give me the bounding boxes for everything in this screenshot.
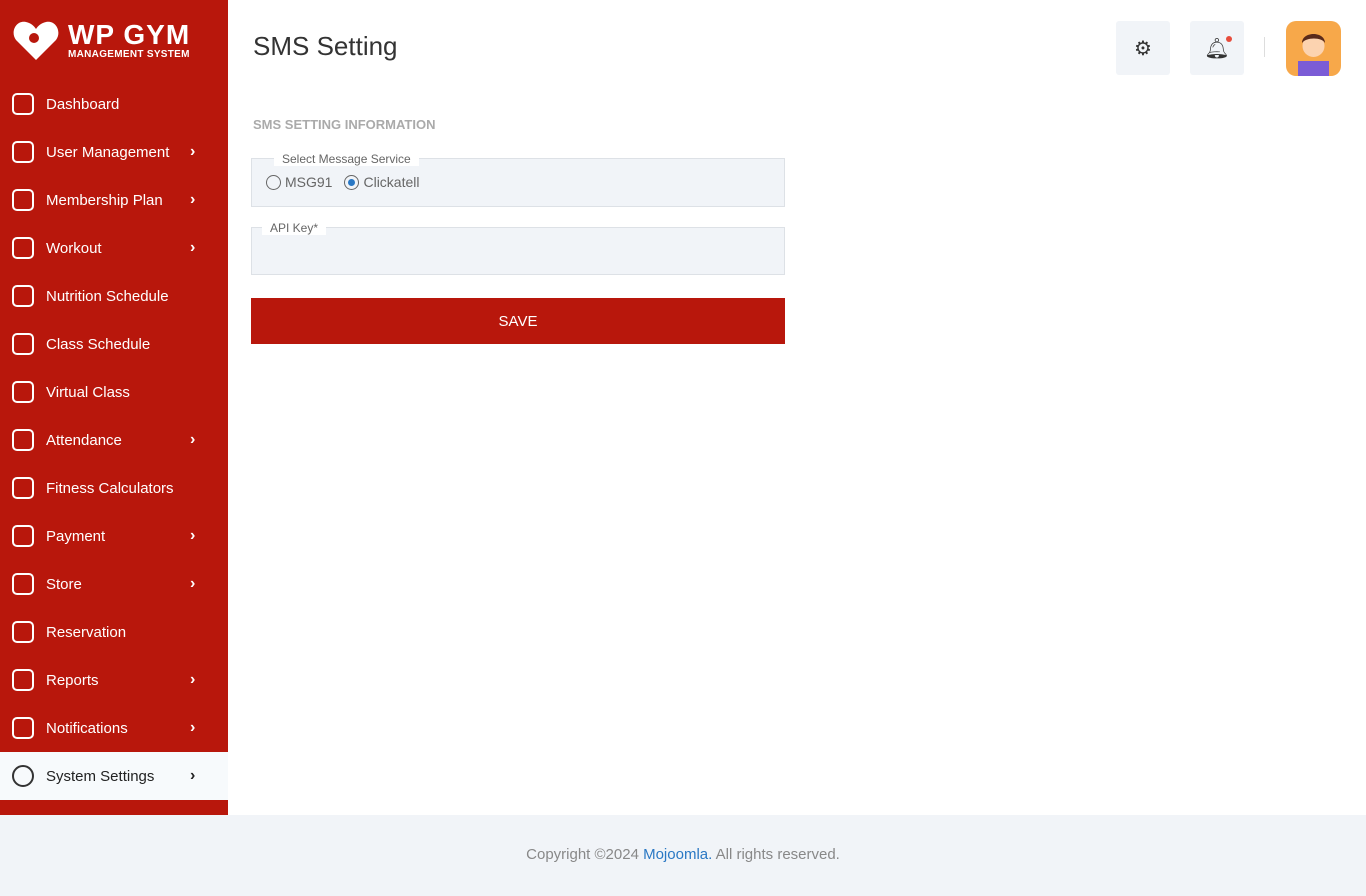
sidebar: WP GYM MANAGEMENT SYSTEM Dashboard User M… (0, 0, 228, 815)
sidebar-item-notifications[interactable]: Notifications › (0, 704, 228, 752)
sidebar-item-label: Reports (46, 671, 99, 689)
logo-title: WP GYM (68, 18, 191, 50)
workout-icon (12, 237, 34, 259)
sidebar-item-label: Attendance (46, 431, 122, 449)
copyright-suffix: All rights reserved. (712, 846, 840, 863)
sidebar-item-payment[interactable]: Payment › (0, 512, 228, 560)
message-service-legend: Select Message Service (274, 152, 419, 166)
heart-logo-icon (13, 21, 59, 60)
sidebar-item-label: Fitness Calculators (46, 479, 174, 497)
radio-clickatell-label[interactable]: Clickatell (363, 174, 419, 190)
logo-subtitle: MANAGEMENT SYSTEM (68, 48, 190, 60)
footer: Copyright ©2024 Mojoomla. All rights res… (0, 815, 1366, 896)
sidebar-item-virtual-class[interactable]: Virtual Class (0, 368, 228, 416)
chevron-right-icon: › (190, 431, 196, 448)
chevron-right-icon: › (190, 527, 196, 544)
bell-icon: 🔔︎ (1204, 35, 1232, 60)
sidebar-item-label: Class Schedule (46, 335, 151, 353)
sidebar-item-attendance[interactable]: Attendance › (0, 416, 228, 464)
sidebar-item-label: System Settings (46, 767, 155, 785)
logo[interactable]: WP GYM MANAGEMENT SYSTEM (0, 0, 228, 80)
sidebar-item-store[interactable]: Store › (0, 560, 228, 608)
gear-icon: ⚙ (1134, 37, 1152, 60)
sidebar-item-label: Membership Plan (46, 191, 163, 209)
api-key-field[interactable]: API Key* (251, 221, 785, 275)
chevron-right-icon: › (190, 143, 196, 160)
page-title: SMS Setting (253, 31, 398, 61)
chevron-right-icon: › (190, 239, 196, 256)
payment-icon (12, 525, 34, 547)
sidebar-item-system-settings[interactable]: System Settings › (0, 752, 228, 800)
settings-button[interactable]: ⚙ (1116, 21, 1170, 75)
screen-icon (12, 381, 34, 403)
report-icon (12, 669, 34, 691)
bell-icon (12, 717, 34, 739)
copyright-text: Copyright ©2024 (526, 846, 644, 863)
clipboard-icon (12, 285, 34, 307)
sidebar-item-label: Virtual Class (46, 383, 130, 401)
mojoomla-link[interactable]: Mojoomla. (643, 846, 712, 863)
chevron-right-icon: › (190, 719, 196, 736)
sidebar-item-nutrition-schedule[interactable]: Nutrition Schedule (0, 272, 228, 320)
store-icon (12, 573, 34, 595)
sidebar-item-user-management[interactable]: User Management › (0, 128, 228, 176)
user-check-icon (12, 429, 34, 451)
section-title: SMS SETTING INFORMATION (253, 117, 436, 132)
sidebar-item-label: Dashboard (46, 95, 120, 113)
chevron-right-icon: › (190, 767, 196, 784)
radio-msg91[interactable] (266, 174, 281, 190)
sidebar-item-reservation[interactable]: Reservation (0, 608, 228, 656)
api-key-input[interactable] (252, 238, 784, 274)
save-button[interactable]: SAVE (251, 298, 785, 344)
sidebar-item-fitness-calculators[interactable]: Fitness Calculators (0, 464, 228, 512)
sidebar-item-label: Store (46, 575, 82, 593)
message-service-group: Select Message Service MSG91 Clickatell (251, 152, 785, 207)
sidebar-item-class-schedule[interactable]: Class Schedule (0, 320, 228, 368)
radio-msg91-label[interactable]: MSG91 (285, 174, 332, 190)
chevron-right-icon: › (190, 191, 196, 208)
chevron-right-icon: › (190, 575, 196, 592)
calculator-icon (12, 477, 34, 499)
radio-clickatell[interactable] (344, 174, 360, 190)
sidebar-item-label: Notifications (46, 719, 128, 737)
sidebar-item-membership-plan[interactable]: Membership Plan › (0, 176, 228, 224)
divider (1264, 37, 1265, 57)
reservation-icon (12, 621, 34, 643)
notifications-button[interactable]: 🔔︎ (1190, 21, 1244, 75)
sidebar-item-dashboard[interactable]: Dashboard (0, 80, 228, 128)
main-content: SMS Setting ⚙ 🔔︎ SMS SETTING INFORMATION… (228, 0, 1366, 815)
users-icon (12, 141, 34, 163)
sidebar-item-reports[interactable]: Reports › (0, 656, 228, 704)
chevron-right-icon: › (190, 671, 196, 688)
gear-icon (12, 765, 34, 787)
grid-icon (12, 93, 34, 115)
sidebar-item-label: User Management (46, 143, 170, 161)
sidebar-item-label: Nutrition Schedule (46, 287, 169, 305)
api-key-legend: API Key* (262, 221, 327, 235)
sidebar-item-workout[interactable]: Workout › (0, 224, 228, 272)
calendar-icon (12, 333, 34, 355)
avatar[interactable] (1286, 21, 1341, 76)
sidebar-item-label: Workout (46, 239, 102, 257)
sidebar-item-label: Reservation (46, 623, 127, 641)
card-icon (12, 189, 34, 211)
sidebar-item-label: Payment (46, 527, 106, 545)
